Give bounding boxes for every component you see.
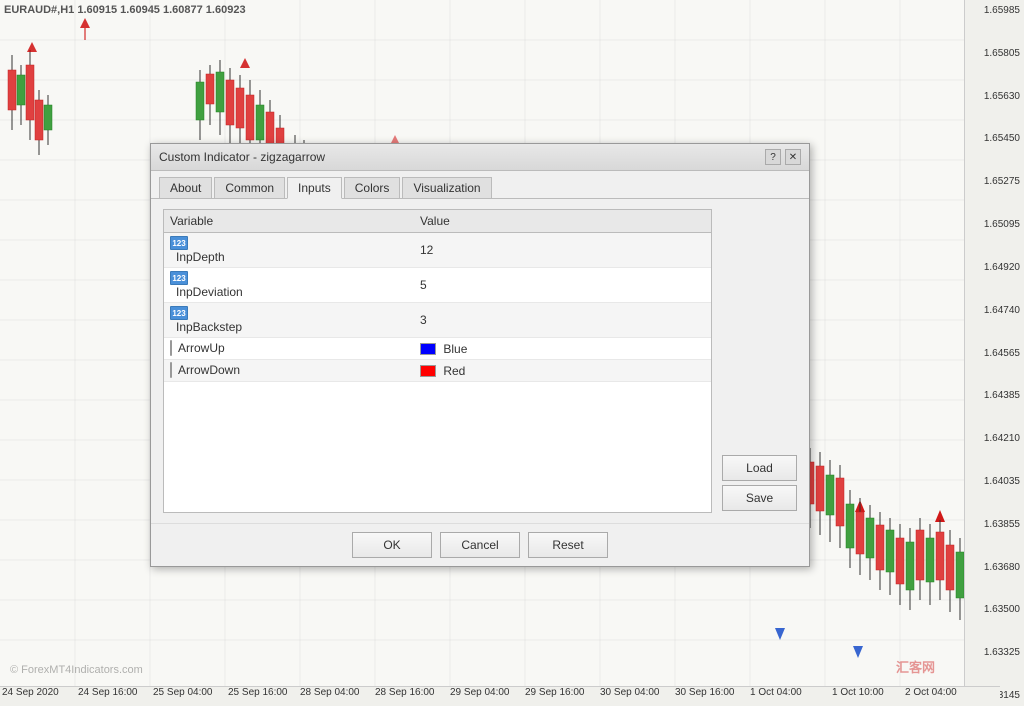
icon-123: 123	[170, 236, 188, 250]
icon-123: 123	[170, 306, 188, 320]
price-axis: 1.65985 1.65805 1.65630 1.65450 1.65275 …	[964, 0, 1024, 706]
time-label-13: 2 Oct 04:00	[905, 687, 957, 698]
color-label-blue: Blue	[443, 342, 467, 356]
icon-color	[170, 340, 172, 356]
time-label-5: 28 Sep 04:00	[300, 687, 360, 698]
time-axis: 24 Sep 2020 24 Sep 16:00 25 Sep 04:00 25…	[0, 686, 1000, 706]
price-label-9: 1.64565	[969, 348, 1020, 359]
row-inpbackstep-value: 3	[420, 313, 705, 327]
time-label-2: 24 Sep 16:00	[78, 687, 138, 698]
color-swatch-blue	[420, 343, 436, 355]
price-label-4: 1.65450	[969, 133, 1020, 144]
watermark-right: 汇客网	[896, 657, 935, 676]
icon-123: 123	[170, 271, 188, 285]
time-label-8: 29 Sep 16:00	[525, 687, 585, 698]
row-inpdepth-variable: 123 InpDepth	[170, 236, 420, 264]
dialog-help-button[interactable]: ?	[765, 149, 781, 165]
row-inpdeviation-value: 5	[420, 278, 705, 292]
time-label-9: 30 Sep 04:00	[600, 687, 660, 698]
dialog-content: Variable Value 123 InpDepth 12 123 InpDe…	[151, 199, 809, 523]
row-arrowdown-variable: ArrowDown	[170, 363, 420, 377]
indicator-dialog: Custom Indicator - zigzagarrow ? ✕ About…	[150, 143, 810, 567]
price-label-15: 1.63500	[969, 604, 1020, 615]
load-button[interactable]: Load	[722, 455, 797, 481]
price-label-7: 1.64920	[969, 262, 1020, 273]
price-label-14: 1.63680	[969, 562, 1020, 573]
row-inpdepth-value: 12	[420, 243, 705, 257]
cancel-button[interactable]: Cancel	[440, 532, 520, 558]
dialog-title: Custom Indicator - zigzagarrow	[159, 150, 325, 164]
price-label-16: 1.63325	[969, 647, 1020, 658]
row-inpbackstep-variable: 123 InpBackstep	[170, 306, 420, 334]
dialog-close-button[interactable]: ✕	[785, 149, 801, 165]
tab-visualization[interactable]: Visualization	[402, 177, 491, 198]
table-row[interactable]: 123 InpDepth 12	[164, 233, 711, 268]
col-variable-header: Variable	[170, 214, 420, 228]
time-label-1: 24 Sep 2020	[2, 687, 59, 698]
row-inpdeviation-variable: 123 InpDeviation	[170, 271, 420, 299]
watermark-left: © ForexMT4Indicators.com	[10, 664, 143, 676]
price-label-5: 1.65275	[969, 176, 1020, 187]
icon-color	[170, 362, 172, 378]
price-label-11: 1.64210	[969, 433, 1020, 444]
table-row[interactable]: 123 InpDeviation 5	[164, 268, 711, 303]
time-label-6: 28 Sep 16:00	[375, 687, 435, 698]
color-swatch-red	[420, 365, 436, 377]
inputs-table: Variable Value 123 InpDepth 12 123 InpDe…	[163, 209, 712, 513]
table-empty-space	[164, 382, 711, 512]
time-label-4: 25 Sep 16:00	[228, 687, 288, 698]
time-label-3: 25 Sep 04:00	[153, 687, 213, 698]
time-label-11: 1 Oct 04:00	[750, 687, 802, 698]
row-arrowdown-value: Red	[420, 363, 705, 378]
time-label-10: 30 Sep 16:00	[675, 687, 735, 698]
tab-common[interactable]: Common	[214, 177, 285, 198]
price-label-3: 1.65630	[969, 91, 1020, 102]
tab-inputs[interactable]: Inputs	[287, 177, 342, 199]
price-label-2: 1.65805	[969, 48, 1020, 59]
tab-about[interactable]: About	[159, 177, 212, 198]
price-label-1: 1.65985	[969, 5, 1020, 16]
time-label-7: 29 Sep 04:00	[450, 687, 510, 698]
side-buttons: Load Save	[722, 209, 797, 513]
price-label-8: 1.64740	[969, 305, 1020, 316]
table-header: Variable Value	[164, 210, 711, 233]
tab-colors[interactable]: Colors	[344, 177, 401, 198]
dialog-footer: OK Cancel Reset	[151, 523, 809, 566]
reset-button[interactable]: Reset	[528, 532, 608, 558]
time-label-12: 1 Oct 10:00	[832, 687, 884, 698]
table-row[interactable]: ArrowDown Red	[164, 360, 711, 382]
row-arrowup-value: Blue	[420, 341, 705, 356]
ok-button[interactable]: OK	[352, 532, 432, 558]
save-button[interactable]: Save	[722, 485, 797, 511]
color-label-red: Red	[443, 364, 465, 378]
row-arrowup-variable: ArrowUp	[170, 341, 420, 355]
table-row[interactable]: ArrowUp Blue	[164, 338, 711, 360]
price-label-10: 1.64385	[969, 390, 1020, 401]
price-label-13: 1.63855	[969, 519, 1020, 530]
price-label-12: 1.64035	[969, 476, 1020, 487]
col-value-header: Value	[420, 214, 705, 228]
price-label-6: 1.65095	[969, 219, 1020, 230]
dialog-titlebar: Custom Indicator - zigzagarrow ? ✕	[151, 144, 809, 171]
table-row[interactable]: 123 InpBackstep 3	[164, 303, 711, 338]
dialog-controls: ? ✕	[765, 149, 801, 165]
dialog-tabs: About Common Inputs Colors Visualization	[151, 171, 809, 199]
chart-title: EURAUD#,H1 1.60915 1.60945 1.60877 1.609…	[4, 4, 246, 16]
